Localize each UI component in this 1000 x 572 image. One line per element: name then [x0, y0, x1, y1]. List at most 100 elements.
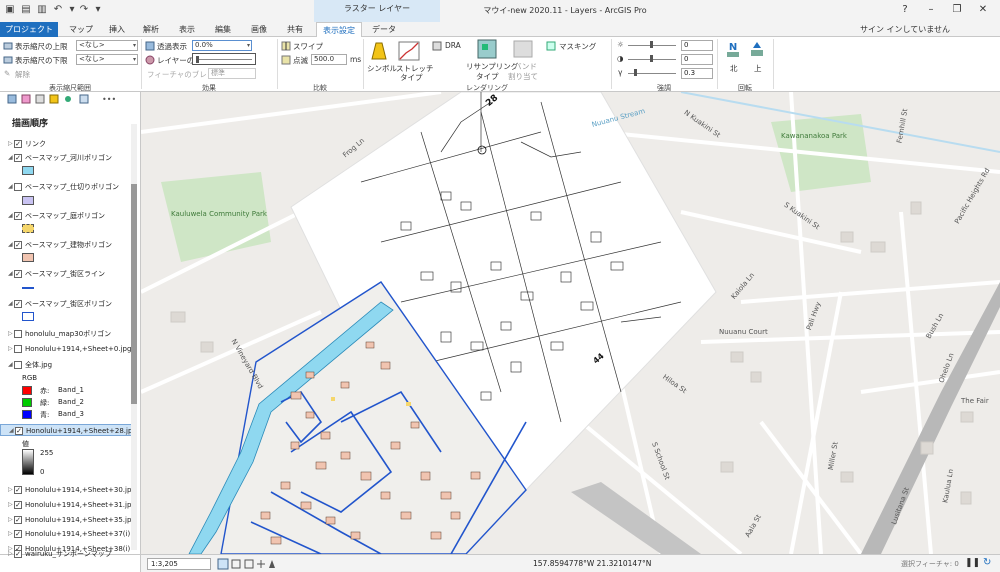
map-view[interactable]: Frog Ln Nuuanu Stream N Kuakini St Kawan… [141, 92, 1000, 554]
tab-project[interactable]: プロジェクト [0, 22, 58, 37]
dra-toggle[interactable]: DRA [445, 41, 461, 50]
pane-scrollbar-thumb[interactable] [131, 184, 137, 404]
resampling-icon[interactable] [476, 39, 498, 59]
tab-edit[interactable]: 編集 [208, 22, 238, 37]
scale-select[interactable]: 1:3,205 [147, 558, 211, 570]
minimize-button[interactable]: – [924, 3, 938, 17]
rotate-north-icon[interactable]: N [724, 40, 742, 58]
tab-insert[interactable]: 挿入 [102, 22, 132, 37]
expand-icon[interactable]: ▷ [8, 343, 13, 355]
layer-checkbox[interactable] [14, 345, 22, 353]
pane-toolbar-icons[interactable]: ••• [6, 94, 126, 104]
expand-icon[interactable]: ◢ [8, 181, 13, 193]
expand-icon[interactable]: ◢ [8, 298, 13, 310]
layer-checkbox[interactable]: ✓ [14, 516, 22, 524]
expand-icon[interactable]: ◢ [8, 152, 13, 164]
upper-scale-select[interactable]: <なし> ▾ [76, 40, 138, 51]
brightness-thumb[interactable] [650, 41, 653, 48]
layer-row[interactable]: ◢ ✓ ベースマップ_庭ポリゴン [0, 210, 135, 222]
gamma-input[interactable]: 0.3 [681, 68, 713, 79]
lower-scale-select[interactable]: <なし> ▾ [76, 54, 138, 65]
tab-map[interactable]: マップ [64, 22, 98, 37]
masking-button[interactable]: マスキング [559, 41, 596, 52]
expand-icon[interactable]: ▷ [8, 328, 13, 340]
layer-checkbox[interactable] [14, 361, 22, 369]
layer-checkbox[interactable] [14, 183, 22, 191]
layer-row[interactable]: ◢ ✓ ベースマップ_街区ライン [0, 268, 135, 280]
expand-icon[interactable]: ◢ [8, 239, 13, 251]
swipe-button[interactable]: スワイプ [293, 41, 323, 52]
layer-row[interactable]: ▷ ✓ wairuku_サンボーンマップ [0, 548, 135, 560]
contrast-thumb[interactable] [650, 55, 653, 62]
layer-checkbox[interactable]: ✓ [15, 427, 23, 435]
layer-row[interactable]: ▷ ✓ Honolulu+1914,+Sheet+30.jpg [0, 484, 135, 496]
flicker-rate-input[interactable]: 500.0 [311, 54, 347, 65]
symbology-icon[interactable] [368, 41, 390, 61]
redo-icon[interactable]: ↷ [78, 4, 90, 16]
band-assign-icon[interactable] [512, 39, 534, 59]
layer-checkbox[interactable]: ✓ [14, 486, 22, 494]
layer-row[interactable]: ◢ ✓ ベースマップ_街区ポリゴン [0, 298, 135, 310]
layer-checkbox[interactable]: ✓ [14, 530, 22, 538]
layer-checkbox[interactable]: ✓ [14, 140, 22, 148]
layer-row[interactable]: ▷ ✓ リンク [0, 138, 135, 150]
layer-row[interactable]: ◢ 全体.jpg [0, 359, 135, 371]
flicker-button[interactable]: 点滅 [293, 55, 308, 66]
rotate-up-button[interactable]: 上 [754, 63, 762, 74]
map-canvas[interactable] [141, 92, 1000, 554]
expand-icon[interactable]: ▷ [8, 484, 13, 496]
layer-checkbox[interactable]: ✓ [14, 154, 22, 162]
tab-imagery[interactable]: 画像 [244, 22, 274, 37]
expand-icon[interactable]: ▷ [8, 548, 13, 560]
transparency-input[interactable]: 0.0% ▾ [192, 40, 252, 51]
clear-scale-button[interactable]: 解除 [15, 69, 30, 80]
brightness-input[interactable]: 0 [681, 40, 713, 51]
expand-icon[interactable]: ◢ [9, 425, 14, 435]
layer-checkbox[interactable]: ✓ [14, 300, 22, 308]
contrast-input[interactable]: 0 [681, 54, 713, 65]
layer-row[interactable]: ◢ ベースマップ_仕切りポリゴン [0, 181, 135, 193]
status-tool-icons[interactable] [217, 558, 277, 570]
expand-icon[interactable]: ◢ [8, 210, 13, 222]
layer-row[interactable]: ◢ ✓ ベースマップ_河川ポリゴン [0, 152, 135, 164]
layer-checkbox[interactable]: ✓ [14, 212, 22, 220]
undo-dropdown-icon[interactable]: ▾ [66, 4, 78, 16]
feature-blend-select[interactable]: 標準 [208, 68, 256, 79]
transparency-slider-thumb[interactable] [196, 56, 199, 63]
tab-data[interactable]: データ [366, 22, 402, 37]
layer-checkbox[interactable]: ✓ [14, 241, 22, 249]
layer-checkbox[interactable]: ✓ [14, 550, 22, 558]
layer-checkbox[interactable]: ✓ [14, 501, 22, 509]
layer-checkbox[interactable]: ✓ [14, 270, 22, 278]
signin-status[interactable]: サイン インしていません [860, 24, 950, 35]
transparency-slider[interactable] [192, 53, 256, 65]
layer-row[interactable]: ▷ Honolulu+1914,+Sheet+0.jpg [0, 343, 135, 355]
gamma-thumb[interactable] [634, 69, 637, 76]
pane-scrollbar[interactable] [131, 124, 137, 550]
expand-icon[interactable]: ◢ [8, 359, 13, 371]
close-button[interactable]: ✕ [976, 3, 990, 17]
pause-drawing-icon[interactable]: ❚❚ [965, 558, 980, 568]
layer-row[interactable]: ▷ honolulu_map30ポリゴン [0, 328, 135, 340]
customize-qat-icon[interactable]: ▾ [92, 4, 104, 16]
refresh-icon[interactable]: ↻ [983, 557, 991, 568]
expand-icon[interactable]: ▷ [8, 514, 13, 526]
expand-icon[interactable]: ▷ [8, 499, 13, 511]
rotate-north-button[interactable]: 北 [730, 63, 738, 74]
layer-checkbox[interactable] [14, 330, 22, 338]
layer-row[interactable]: ▷ ✓ Honolulu+1914,+Sheet+31.jpg [0, 499, 135, 511]
open-icon[interactable]: ▥ [36, 4, 48, 16]
layer-row-selected[interactable]: ◢ ✓ Honolulu+1914,+Sheet+28.jpg [0, 424, 135, 436]
restore-button[interactable]: ❐ [950, 3, 964, 17]
expand-icon[interactable]: ▷ [8, 528, 13, 540]
undo-icon[interactable]: ↶ [52, 4, 64, 16]
layer-row[interactable]: ▷ ✓ Honolulu+1914,+Sheet+37(i) [0, 528, 135, 540]
save-icon[interactable]: ▣ [4, 4, 16, 16]
expand-icon[interactable]: ◢ [8, 268, 13, 280]
expand-icon[interactable]: ▷ [8, 138, 13, 150]
layer-row[interactable]: ◢ ✓ ベースマップ_建物ポリゴン [0, 239, 135, 251]
symbology-button[interactable]: シンボル [367, 63, 397, 74]
tab-view[interactable]: 表示 [172, 22, 202, 37]
layer-row[interactable]: ▷ ✓ Honolulu+1914,+Sheet+35.jpg [0, 514, 135, 526]
help-icon[interactable]: ? [898, 3, 912, 17]
